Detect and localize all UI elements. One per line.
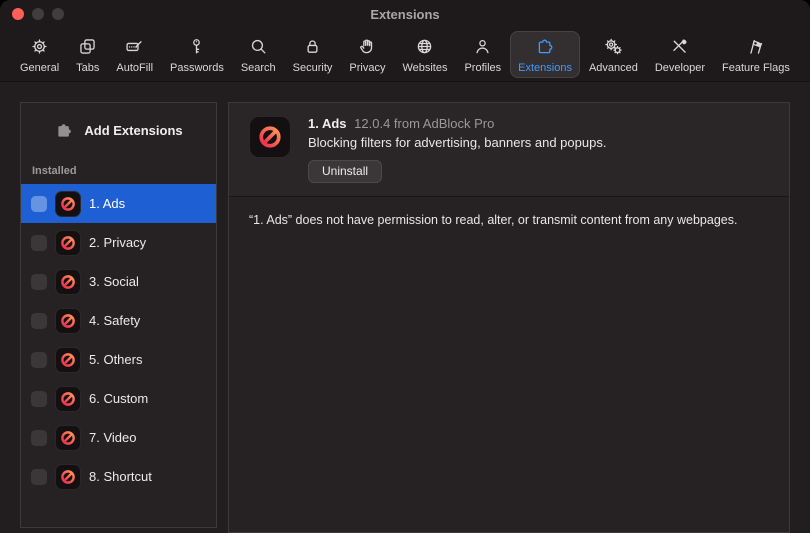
installed-section-label: Installed bbox=[32, 165, 77, 177]
gear-icon bbox=[29, 36, 50, 60]
extensions-sidebar: Add Extensions Installed 1. Ads 2. Priva… bbox=[20, 102, 217, 528]
adblock-extension-icon bbox=[55, 229, 81, 256]
uninstall-button[interactable]: Uninstall bbox=[308, 160, 383, 183]
tab-autofill[interactable]: AutoFill bbox=[108, 31, 161, 78]
autofill-icon bbox=[124, 36, 145, 60]
extension-list-item-custom[interactable]: 6. Custom bbox=[21, 379, 216, 418]
tab-tabs[interactable]: Tabs bbox=[68, 31, 107, 78]
extension-enabled-checkbox[interactable] bbox=[31, 468, 47, 485]
extension-label: 3. Social bbox=[89, 274, 139, 289]
add-extensions-label: Add Extensions bbox=[84, 122, 183, 138]
tab-extensions[interactable]: Extensions bbox=[510, 30, 580, 78]
extensions-content: Add Extensions Installed 1. Ads 2. Priva… bbox=[0, 82, 810, 533]
extension-enabled-checkbox[interactable] bbox=[31, 429, 47, 446]
window-controls bbox=[12, 8, 64, 20]
tab-developer[interactable]: Developer bbox=[647, 31, 713, 78]
tab-label: Tabs bbox=[76, 61, 100, 74]
adblock-extension-icon bbox=[55, 190, 81, 217]
extension-detail-body: “1. Ads” does not have permission to rea… bbox=[229, 197, 789, 243]
tab-label: Privacy bbox=[349, 61, 386, 74]
extension-list-item-video[interactable]: 7. Video bbox=[21, 418, 216, 457]
tab-general[interactable]: General bbox=[12, 31, 67, 78]
extension-label: 6. Custom bbox=[89, 391, 149, 406]
zoom-window-button[interactable] bbox=[52, 8, 64, 20]
minimize-window-button[interactable] bbox=[32, 8, 44, 20]
tab-privacy[interactable]: Privacy bbox=[341, 31, 393, 78]
extension-detail-header: 1. Ads 12.0.4 from AdBlock Pro Blocking … bbox=[229, 103, 789, 197]
extension-name: 1. Ads bbox=[308, 116, 347, 131]
tab-profiles[interactable]: Profiles bbox=[456, 31, 509, 78]
extension-enabled-checkbox[interactable] bbox=[31, 234, 47, 251]
key-icon bbox=[186, 36, 207, 60]
extension-list-item-social[interactable]: 3. Social bbox=[21, 262, 216, 301]
search-icon bbox=[248, 36, 269, 60]
permission-status-text: “1. Ads” does not have permission to rea… bbox=[249, 213, 738, 227]
adblock-extension-icon bbox=[249, 116, 291, 158]
extension-label: 1. Ads bbox=[89, 196, 126, 211]
puzzle-icon bbox=[535, 36, 556, 60]
titlebar: Extensions bbox=[0, 0, 810, 27]
extension-enabled-checkbox[interactable] bbox=[31, 390, 47, 407]
extension-label: 2. Privacy bbox=[89, 235, 147, 250]
extension-version: 12.0.4 from AdBlock Pro bbox=[354, 116, 495, 131]
adblock-extension-icon bbox=[55, 424, 81, 451]
tab-label: Passwords bbox=[170, 61, 224, 74]
extension-description: Blocking filters for advertising, banner… bbox=[308, 135, 607, 150]
extension-label: 7. Video bbox=[89, 430, 137, 445]
extension-detail-panel: 1. Ads 12.0.4 from AdBlock Pro Blocking … bbox=[228, 102, 790, 533]
extension-list-item-safety[interactable]: 4. Safety bbox=[21, 301, 216, 340]
tab-label: Feature Flags bbox=[721, 61, 790, 74]
settings-toolbar: General Tabs AutoFill Passwords Search S… bbox=[0, 27, 810, 82]
flags-icon bbox=[745, 36, 766, 60]
tab-label: Extensions bbox=[518, 61, 572, 74]
extension-enabled-checkbox[interactable] bbox=[31, 195, 47, 212]
globe-icon bbox=[414, 36, 435, 60]
tab-advanced[interactable]: Advanced bbox=[581, 31, 646, 78]
tab-label: Advanced bbox=[588, 61, 638, 74]
tab-passwords[interactable]: Passwords bbox=[162, 31, 232, 78]
tools-icon bbox=[669, 36, 690, 60]
tab-label: General bbox=[20, 61, 60, 74]
lock-icon bbox=[302, 36, 323, 60]
window-title: Extensions bbox=[370, 7, 440, 22]
adblock-extension-icon bbox=[55, 346, 81, 373]
adblock-extension-icon bbox=[55, 385, 81, 412]
safari-settings-window: Extensions General Tabs AutoFill Passwor… bbox=[0, 0, 810, 533]
extension-list-item-shortcut[interactable]: 8. Shortcut bbox=[21, 457, 216, 496]
extension-enabled-checkbox[interactable] bbox=[31, 273, 47, 290]
tab-label: Websites bbox=[402, 61, 448, 74]
extension-list-item-ads[interactable]: 1. Ads bbox=[21, 184, 216, 223]
tab-label: Profiles bbox=[464, 61, 502, 74]
tab-label: Search bbox=[240, 61, 276, 74]
tab-label: Security bbox=[292, 61, 333, 74]
add-extensions-button[interactable]: Add Extensions bbox=[21, 103, 216, 157]
tab-label: Developer bbox=[654, 61, 705, 74]
tab-feature-flags[interactable]: Feature Flags bbox=[714, 31, 798, 78]
extension-list-item-others[interactable]: 5. Others bbox=[21, 340, 216, 379]
tab-search[interactable]: Search bbox=[233, 31, 284, 78]
extension-label: 5. Others bbox=[89, 352, 143, 367]
tab-websites[interactable]: Websites bbox=[394, 31, 455, 78]
tab-security[interactable]: Security bbox=[285, 31, 341, 78]
tab-label: AutoFill bbox=[116, 61, 154, 74]
hand-icon bbox=[357, 36, 378, 60]
extension-enabled-checkbox[interactable] bbox=[31, 312, 47, 329]
extension-label: 8. Shortcut bbox=[89, 469, 152, 484]
tabs-icon bbox=[77, 36, 98, 60]
extension-list-item-privacy[interactable]: 2. Privacy bbox=[21, 223, 216, 262]
person-icon bbox=[472, 36, 493, 60]
extension-label: 4. Safety bbox=[89, 313, 141, 328]
extension-enabled-checkbox[interactable] bbox=[31, 351, 47, 368]
adblock-extension-icon bbox=[55, 463, 81, 490]
puzzle-icon bbox=[58, 123, 72, 137]
adblock-extension-icon bbox=[55, 307, 81, 334]
adblock-extension-icon bbox=[55, 268, 81, 295]
close-window-button[interactable] bbox=[12, 8, 24, 20]
gears-icon bbox=[603, 36, 624, 60]
